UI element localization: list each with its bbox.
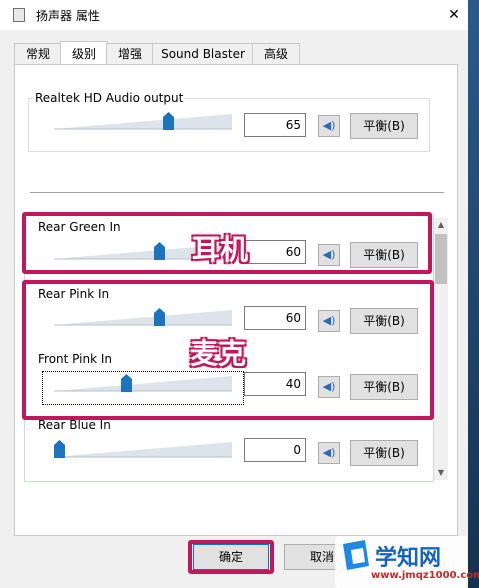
watermark-brand: 学知网 — [375, 546, 442, 571]
rear-blue-in-balance-button[interactable]: 平衡(B) — [350, 440, 418, 466]
output-volume-value[interactable]: 65 — [244, 113, 306, 137]
speaker-properties-dialog: 扬声器 属性 ✕ 常规 级别 增强 Sound Blaster 高级 Realt… — [0, 0, 468, 588]
speaker-icon — [13, 8, 25, 22]
tab-levels[interactable]: 级别 — [60, 41, 108, 66]
scroll-down-icon[interactable]: ▼ — [434, 466, 448, 480]
separator — [30, 192, 444, 193]
rear-blue-in-label: Rear Blue In — [37, 418, 112, 432]
output-volume-slider[interactable] — [54, 112, 232, 130]
tab-advanced[interactable]: 高级 — [252, 43, 300, 65]
close-button[interactable]: ✕ — [440, 2, 468, 28]
ok-button[interactable]: 确定 — [193, 544, 269, 570]
output-device-label: Realtek HD Audio output — [34, 91, 185, 105]
slider-thumb[interactable] — [163, 112, 174, 130]
scrollbar-thumb[interactable] — [435, 234, 447, 284]
tab-enhancements[interactable]: 增强 — [106, 43, 154, 65]
tab-general[interactable]: 常规 — [14, 43, 62, 65]
rear-blue-in-value[interactable]: 0 — [244, 438, 306, 462]
microphone-annotation: 麦克 — [190, 337, 247, 370]
slider-thumb[interactable] — [54, 440, 65, 458]
output-mute-speaker-icon[interactable]: ◀) — [318, 115, 340, 137]
window-title: 扬声器 属性 — [36, 9, 100, 23]
title-bar: 扬声器 属性 ✕ — [0, 0, 468, 30]
headphones-annotation: 耳机 — [192, 233, 249, 266]
output-balance-button[interactable]: 平衡(B) — [350, 113, 418, 139]
desktop-background — [468, 0, 479, 588]
rear-blue-in-speaker-icon[interactable]: ◀) — [318, 442, 340, 464]
tab-sound-blaster[interactable]: Sound Blaster — [152, 43, 254, 65]
inputs-scrollbar[interactable]: ▲ ▼ — [434, 218, 448, 480]
watermark: 学知网 www.jmqz1000.com — [335, 536, 479, 588]
watermark-url: www.jmqz1000.com — [371, 570, 479, 581]
rear-blue-in-slider[interactable] — [54, 440, 232, 458]
scroll-up-icon[interactable]: ▲ — [434, 218, 448, 232]
